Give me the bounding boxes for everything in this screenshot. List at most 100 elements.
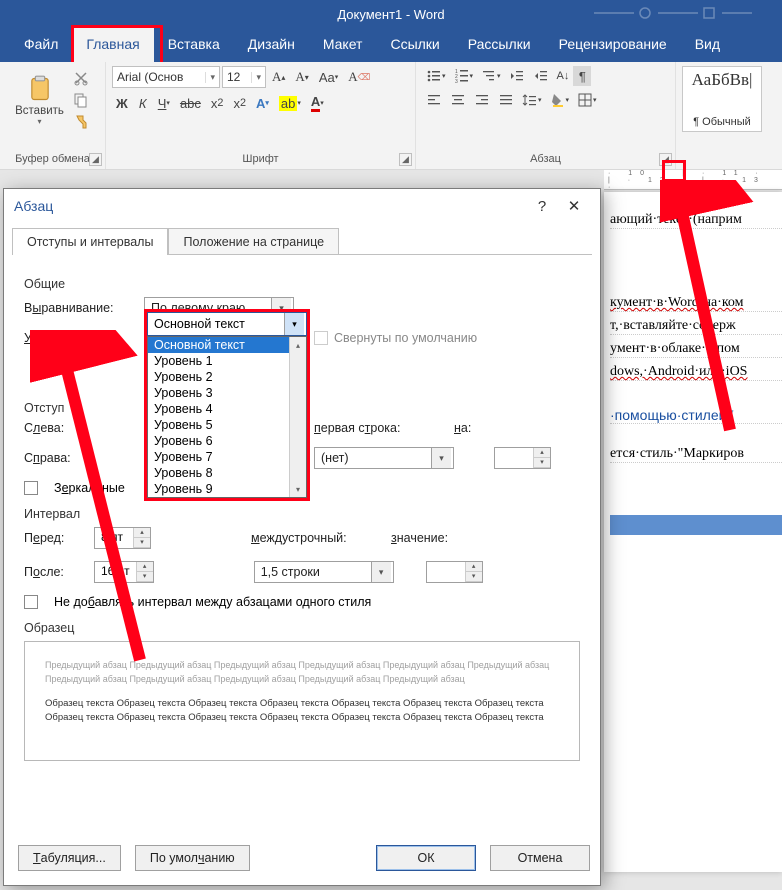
section-general: Общие xyxy=(24,277,580,291)
spin-down-icon[interactable]: ▾ xyxy=(134,538,150,548)
first-line-dropdown[interactable]: (нет) ▾ xyxy=(314,447,454,469)
font-color-button[interactable]: A▾ xyxy=(307,92,328,114)
doc-line: кумент·в·Word·на·ком xyxy=(610,295,782,312)
text-effects-button[interactable]: A▾ xyxy=(252,93,273,113)
tab-home[interactable]: Главная xyxy=(72,28,153,62)
spin-down-icon[interactable]: ▾ xyxy=(534,458,550,468)
level-option[interactable]: Уровень 5 xyxy=(148,417,306,433)
spin-up-icon[interactable]: ▴ xyxy=(466,562,482,572)
doc-line: т,·вставляйте·содерж xyxy=(610,318,782,335)
copy-button[interactable] xyxy=(69,90,93,110)
sort-button[interactable]: A↓ xyxy=(553,66,574,86)
multilevel-button[interactable]: ▾ xyxy=(477,66,505,86)
italic-button[interactable]: К xyxy=(134,93,152,113)
spin-up-icon[interactable]: ▴ xyxy=(534,448,550,458)
mirror-indents-checkbox[interactable] xyxy=(24,481,38,495)
paragraph-dialog: Абзац ? ✕ Отступы и интервалы Положение … xyxy=(3,188,601,886)
underline-button[interactable]: Ч▾ xyxy=(154,93,174,113)
spin-up-icon[interactable]: ▴ xyxy=(134,528,150,538)
dialog-button-row: Табуляция... По умолчанию ОК Отмена xyxy=(4,837,600,885)
paste-button[interactable]: Вставить ▾ xyxy=(13,66,67,134)
clipboard-dialog-launcher[interactable]: ◢ xyxy=(89,153,102,166)
shading-button[interactable]: ▾ xyxy=(546,90,574,110)
tab-position[interactable]: Положение на странице xyxy=(168,228,339,255)
subscript-button[interactable]: x2 xyxy=(207,93,228,113)
increase-indent-button[interactable] xyxy=(529,66,553,86)
indent-right-label: Справа: xyxy=(24,451,84,465)
justify-button[interactable] xyxy=(494,90,518,110)
level-option[interactable]: Основной текст xyxy=(148,337,306,353)
doc-line: dows,·Android·или·iOS xyxy=(610,364,782,381)
change-case-button[interactable]: Aa▾ xyxy=(315,67,342,87)
font-dialog-launcher[interactable]: ◢ xyxy=(399,153,412,166)
help-button[interactable]: ? xyxy=(526,192,558,220)
level-option[interactable]: Уровень 3 xyxy=(148,385,306,401)
space-before-spinner[interactable]: 8 пт ▴▾ xyxy=(94,527,151,549)
tab-insert[interactable]: Вставка xyxy=(154,28,234,62)
set-default-button[interactable]: По умолчанию xyxy=(135,845,250,871)
line-spacing-label: междустрочный: xyxy=(251,531,381,545)
document-page[interactable]: ающий·текст·(наприм кумент·в·Word·на·ком… xyxy=(604,192,782,872)
level-option[interactable]: Уровень 1 xyxy=(148,353,306,369)
highlight-button[interactable]: ab▾ xyxy=(275,93,305,113)
cancel-button[interactable]: Отмена xyxy=(490,845,590,871)
section-preview: Образец xyxy=(24,621,580,635)
level-option[interactable]: Уровень 2 xyxy=(148,369,306,385)
font-name-combo[interactable]: Arial (Основ▾ xyxy=(112,66,220,88)
style-normal[interactable]: АаБбВв| ¶ Обычный xyxy=(682,66,762,132)
format-painter-button[interactable] xyxy=(69,112,93,132)
shrink-font-button[interactable]: A▾ xyxy=(291,67,312,87)
space-after-label: После: xyxy=(24,565,84,579)
spin-up-icon[interactable]: ▴ xyxy=(137,562,153,572)
tab-view[interactable]: Вид xyxy=(681,28,734,62)
line-spacing-button[interactable]: ▾ xyxy=(518,90,546,110)
close-button[interactable]: ✕ xyxy=(558,192,590,220)
grow-font-button[interactable]: A▴ xyxy=(268,67,289,87)
superscript-button[interactable]: x2 xyxy=(229,93,250,113)
show-marks-button[interactable]: ¶ xyxy=(573,66,591,86)
level-option[interactable]: Уровень 9 xyxy=(148,481,306,497)
bullets-button[interactable]: ▾ xyxy=(422,66,450,86)
cut-button[interactable] xyxy=(69,68,93,88)
tabs-button[interactable]: Табуляция... xyxy=(18,845,121,871)
numbering-button[interactable]: 123▾ xyxy=(450,66,478,86)
tab-mailings[interactable]: Рассылки xyxy=(454,28,545,62)
level-option[interactable]: Уровень 8 xyxy=(148,465,306,481)
align-right-button[interactable] xyxy=(470,90,494,110)
level-option[interactable]: Уровень 7 xyxy=(148,449,306,465)
dialog-titlebar[interactable]: Абзац ? ✕ xyxy=(4,189,600,223)
level-option[interactable]: Уровень 4 xyxy=(148,401,306,417)
tab-review[interactable]: Рецензирование xyxy=(545,28,681,62)
bold-button[interactable]: Ж xyxy=(112,93,132,113)
dropdown-scrollbar[interactable]: ▴▾ xyxy=(289,337,306,497)
paragraph-dialog-launcher[interactable]: ◢ xyxy=(659,153,672,166)
font-size-combo[interactable]: 12▾ xyxy=(222,66,266,88)
outline-level-selected[interactable]: Основной текст ▾ xyxy=(147,312,307,336)
line-spacing-at-spinner[interactable]: ▴▾ xyxy=(426,561,483,583)
horizontal-ruler[interactable]: · 10 · | · 11 · | · 12 · | · 13 · xyxy=(604,170,782,190)
tab-indents-spacing[interactable]: Отступы и интервалы xyxy=(12,228,168,255)
tab-file[interactable]: Файл xyxy=(10,28,72,62)
doc-line-heading: ·помощью·стилей¶ xyxy=(610,407,782,424)
tab-design[interactable]: Дизайн xyxy=(234,28,309,62)
tab-references[interactable]: Ссылки xyxy=(376,28,453,62)
no-space-same-style-checkbox[interactable] xyxy=(24,595,38,609)
strikethrough-button[interactable]: abc xyxy=(176,93,205,113)
space-after-spinner[interactable]: 16 пт ▴▾ xyxy=(94,561,154,583)
spin-down-icon[interactable]: ▾ xyxy=(137,572,153,582)
tab-layout[interactable]: Макет xyxy=(309,28,377,62)
borders-button[interactable]: ▾ xyxy=(573,90,601,110)
preview-sample-text: Образец текста Образец текста Образец те… xyxy=(45,697,559,726)
decrease-indent-button[interactable] xyxy=(505,66,529,86)
dialog-tabs: Отступы и интервалы Положение на страниц… xyxy=(12,227,592,254)
indent-by-spinner[interactable]: ▴▾ xyxy=(494,447,551,469)
spin-down-icon[interactable]: ▾ xyxy=(466,572,482,582)
align-center-button[interactable] xyxy=(446,90,470,110)
dialog-body: Общие Выравнивание: По левому краю ▾ Уро… xyxy=(12,254,592,837)
level-option[interactable]: Уровень 6 xyxy=(148,433,306,449)
line-spacing-dropdown[interactable]: 1,5 строки ▾ xyxy=(254,561,394,583)
clear-formatting-button[interactable]: A⌫ xyxy=(344,67,374,87)
ok-button[interactable]: ОК xyxy=(376,845,476,871)
align-left-button[interactable] xyxy=(422,90,446,110)
titlebar-decoration xyxy=(592,6,772,20)
